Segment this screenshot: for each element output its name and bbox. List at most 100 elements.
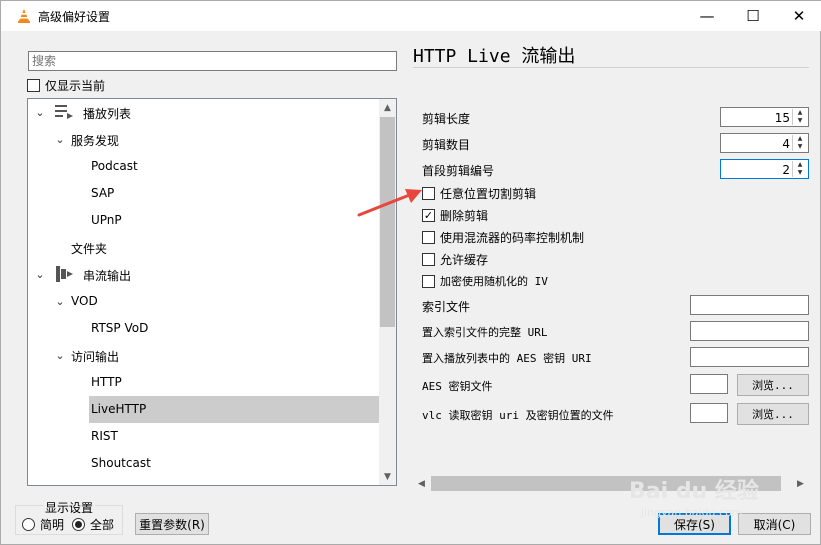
spin-down-icon[interactable]: ▼ [793,169,807,177]
tree-item[interactable]: RIST [28,423,381,450]
segment-length-spinbox[interactable]: 15 ▲ ▼ [720,107,809,127]
tree-item-label: RIST [91,429,118,443]
tree-item[interactable]: LiveHTTP [89,396,381,423]
only-current-label: 仅显示当前 [45,79,106,93]
panel-title: HTTP Live 流输出 [413,46,576,67]
checkbox-box[interactable] [422,274,435,288]
tree-item-label: VOD [71,294,98,308]
tree-item[interactable]: HTTP [28,369,381,396]
radio-circle[interactable] [22,518,35,531]
tree-item-label: UPnP [91,213,122,227]
chevron-down-icon[interactable]: ⌄ [34,268,46,281]
allow-cache-checkbox[interactable]: 允许缓存 [422,251,488,268]
first-segment-label: 首段剪辑编号 [422,164,495,178]
use-muxer-checkbox[interactable]: 使用混流器的码率控制机制 [422,229,584,246]
chevron-down-icon[interactable]: ⌄ [54,133,66,146]
random-iv-label: 加密使用随机化的 IV [440,275,548,288]
tree-item-label: Podcast [91,159,138,173]
checkbox-box[interactable] [422,253,435,266]
tree-item[interactable]: ⌄ 串流输出 [28,261,381,288]
vlc-key-input[interactable] [690,403,728,423]
spin-down-icon[interactable]: ▼ [793,117,807,125]
tree-item[interactable]: 文件夹 [28,234,381,261]
scroll-up-icon[interactable]: ▲ [379,99,396,116]
minimize-button[interactable]: — [684,1,730,31]
red-arrow-annotation [357,189,422,217]
tree-item-label: 访问输出 [71,350,120,364]
maximize-button[interactable]: ☐ [730,1,776,31]
display-settings-title: 显示设置 [43,499,96,516]
radio-all-label: 全部 [90,518,115,532]
segment-length-value[interactable]: 15 [775,111,790,125]
segment-length-label: 剪辑长度 [422,112,471,126]
vlc-cone-icon [18,9,30,23]
close-button[interactable]: ✕ [776,1,821,31]
index-file-input[interactable] [690,295,809,315]
aes-key-file-label: AES 密钥文件 [422,380,493,393]
radio-circle[interactable] [72,518,85,531]
segment-count-label: 剪辑数目 [422,138,471,152]
tree-item[interactable]: Podcast [28,153,381,180]
checkbox-box[interactable] [27,79,40,92]
radio-simple[interactable]: 简明 [22,516,64,533]
tree-item[interactable]: RTSP VoD [28,315,381,342]
first-segment-value[interactable]: 2 [782,163,790,177]
settings-tree[interactable]: ⌄ 播放列表 ⌄ 服务发现 Podcast SAP UPnP 文件夹 ⌄ 串流输出 ⌄ VOD RTSP… [27,98,397,486]
title-bar: 高级偏好设置 — ☐ ✕ [1,1,821,31]
spin-up-icon[interactable]: ▲ [793,161,807,169]
first-segment-spinbox[interactable]: 2 ▲ ▼ [720,159,809,179]
tree-item[interactable]: ⌄ 播放列表 [28,99,381,126]
tree-item-label: 文件夹 [71,242,108,256]
tree-item-label: HTTP [91,375,122,389]
cancel-button[interactable]: 取消(C) [738,513,811,535]
radio-simple-label: 简明 [40,518,65,532]
checkbox-box[interactable] [422,231,435,244]
stream-output-icon [56,266,73,282]
browse-aes-key-button[interactable]: 浏览... [737,374,809,396]
tree-item-label: SAP [91,186,115,200]
tree-item[interactable]: Shoutcast [28,450,381,477]
aes-key-file-input[interactable] [690,374,728,394]
tree-item-label: Shoutcast [91,456,151,470]
split-anywhere-checkbox[interactable]: 任意位置切割剪辑 [422,185,536,202]
segment-count-spinbox[interactable]: 4 ▲ ▼ [720,133,809,153]
scroll-right-icon[interactable]: ▶ [792,475,809,492]
scroll-left-icon[interactable]: ◀ [413,475,430,492]
tree-scrollbar[interactable]: ▲ ▼ [379,99,396,485]
tree-item[interactable]: ⌄ VOD [28,288,381,315]
tree-item-label: 播放列表 [83,107,132,121]
baidu-watermark-url: jingyan.baidu.com [641,506,743,519]
delete-segments-checkbox[interactable]: ✓ 删除剪辑 [422,207,488,224]
tree-item[interactable]: UPnP [28,207,381,234]
reset-button[interactable]: 重置参数(R) [135,513,209,535]
aes-uri-input[interactable] [690,347,809,367]
search-input[interactable] [28,51,397,71]
spin-up-icon[interactable]: ▲ [793,109,807,117]
chevron-down-icon[interactable]: ⌄ [54,349,66,362]
chevron-down-icon[interactable]: ⌄ [34,106,46,119]
chevron-down-icon[interactable]: ⌄ [54,295,66,308]
only-current-checkbox[interactable]: 仅显示当前 [27,77,105,94]
scroll-down-icon[interactable]: ▼ [379,468,396,485]
tree-item-label: LiveHTTP [91,402,147,416]
vlc-key-label: vlc 读取密钥 uri 及密钥位置的文件 [422,409,614,422]
title-divider [413,67,809,68]
allow-cache-label: 允许缓存 [440,253,489,267]
full-url-input[interactable] [690,321,809,341]
delete-segments-label: 删除剪辑 [440,209,489,223]
segment-count-value[interactable]: 4 [782,137,790,151]
playlist-icon [55,105,73,119]
spin-up-icon[interactable]: ▲ [793,135,807,143]
scroll-thumb[interactable] [380,117,395,327]
tree-item-label: 服务发现 [71,134,120,148]
tree-item[interactable]: ⌄ 服务发现 [28,126,381,153]
browse-vlc-key-button[interactable]: 浏览... [737,403,809,425]
radio-all[interactable]: 全部 [72,516,114,533]
spin-down-icon[interactable]: ▼ [793,143,807,151]
tree-item[interactable]: SAP [28,180,381,207]
tree-item-label: 串流输出 [83,269,132,283]
random-iv-checkbox[interactable]: 加密使用随机化的 IV [422,273,548,289]
baidu-watermark: Bai du 经验 [629,479,759,504]
tree-item[interactable]: ⌄ 访问输出 [28,342,381,369]
index-file-label: 索引文件 [422,300,471,314]
